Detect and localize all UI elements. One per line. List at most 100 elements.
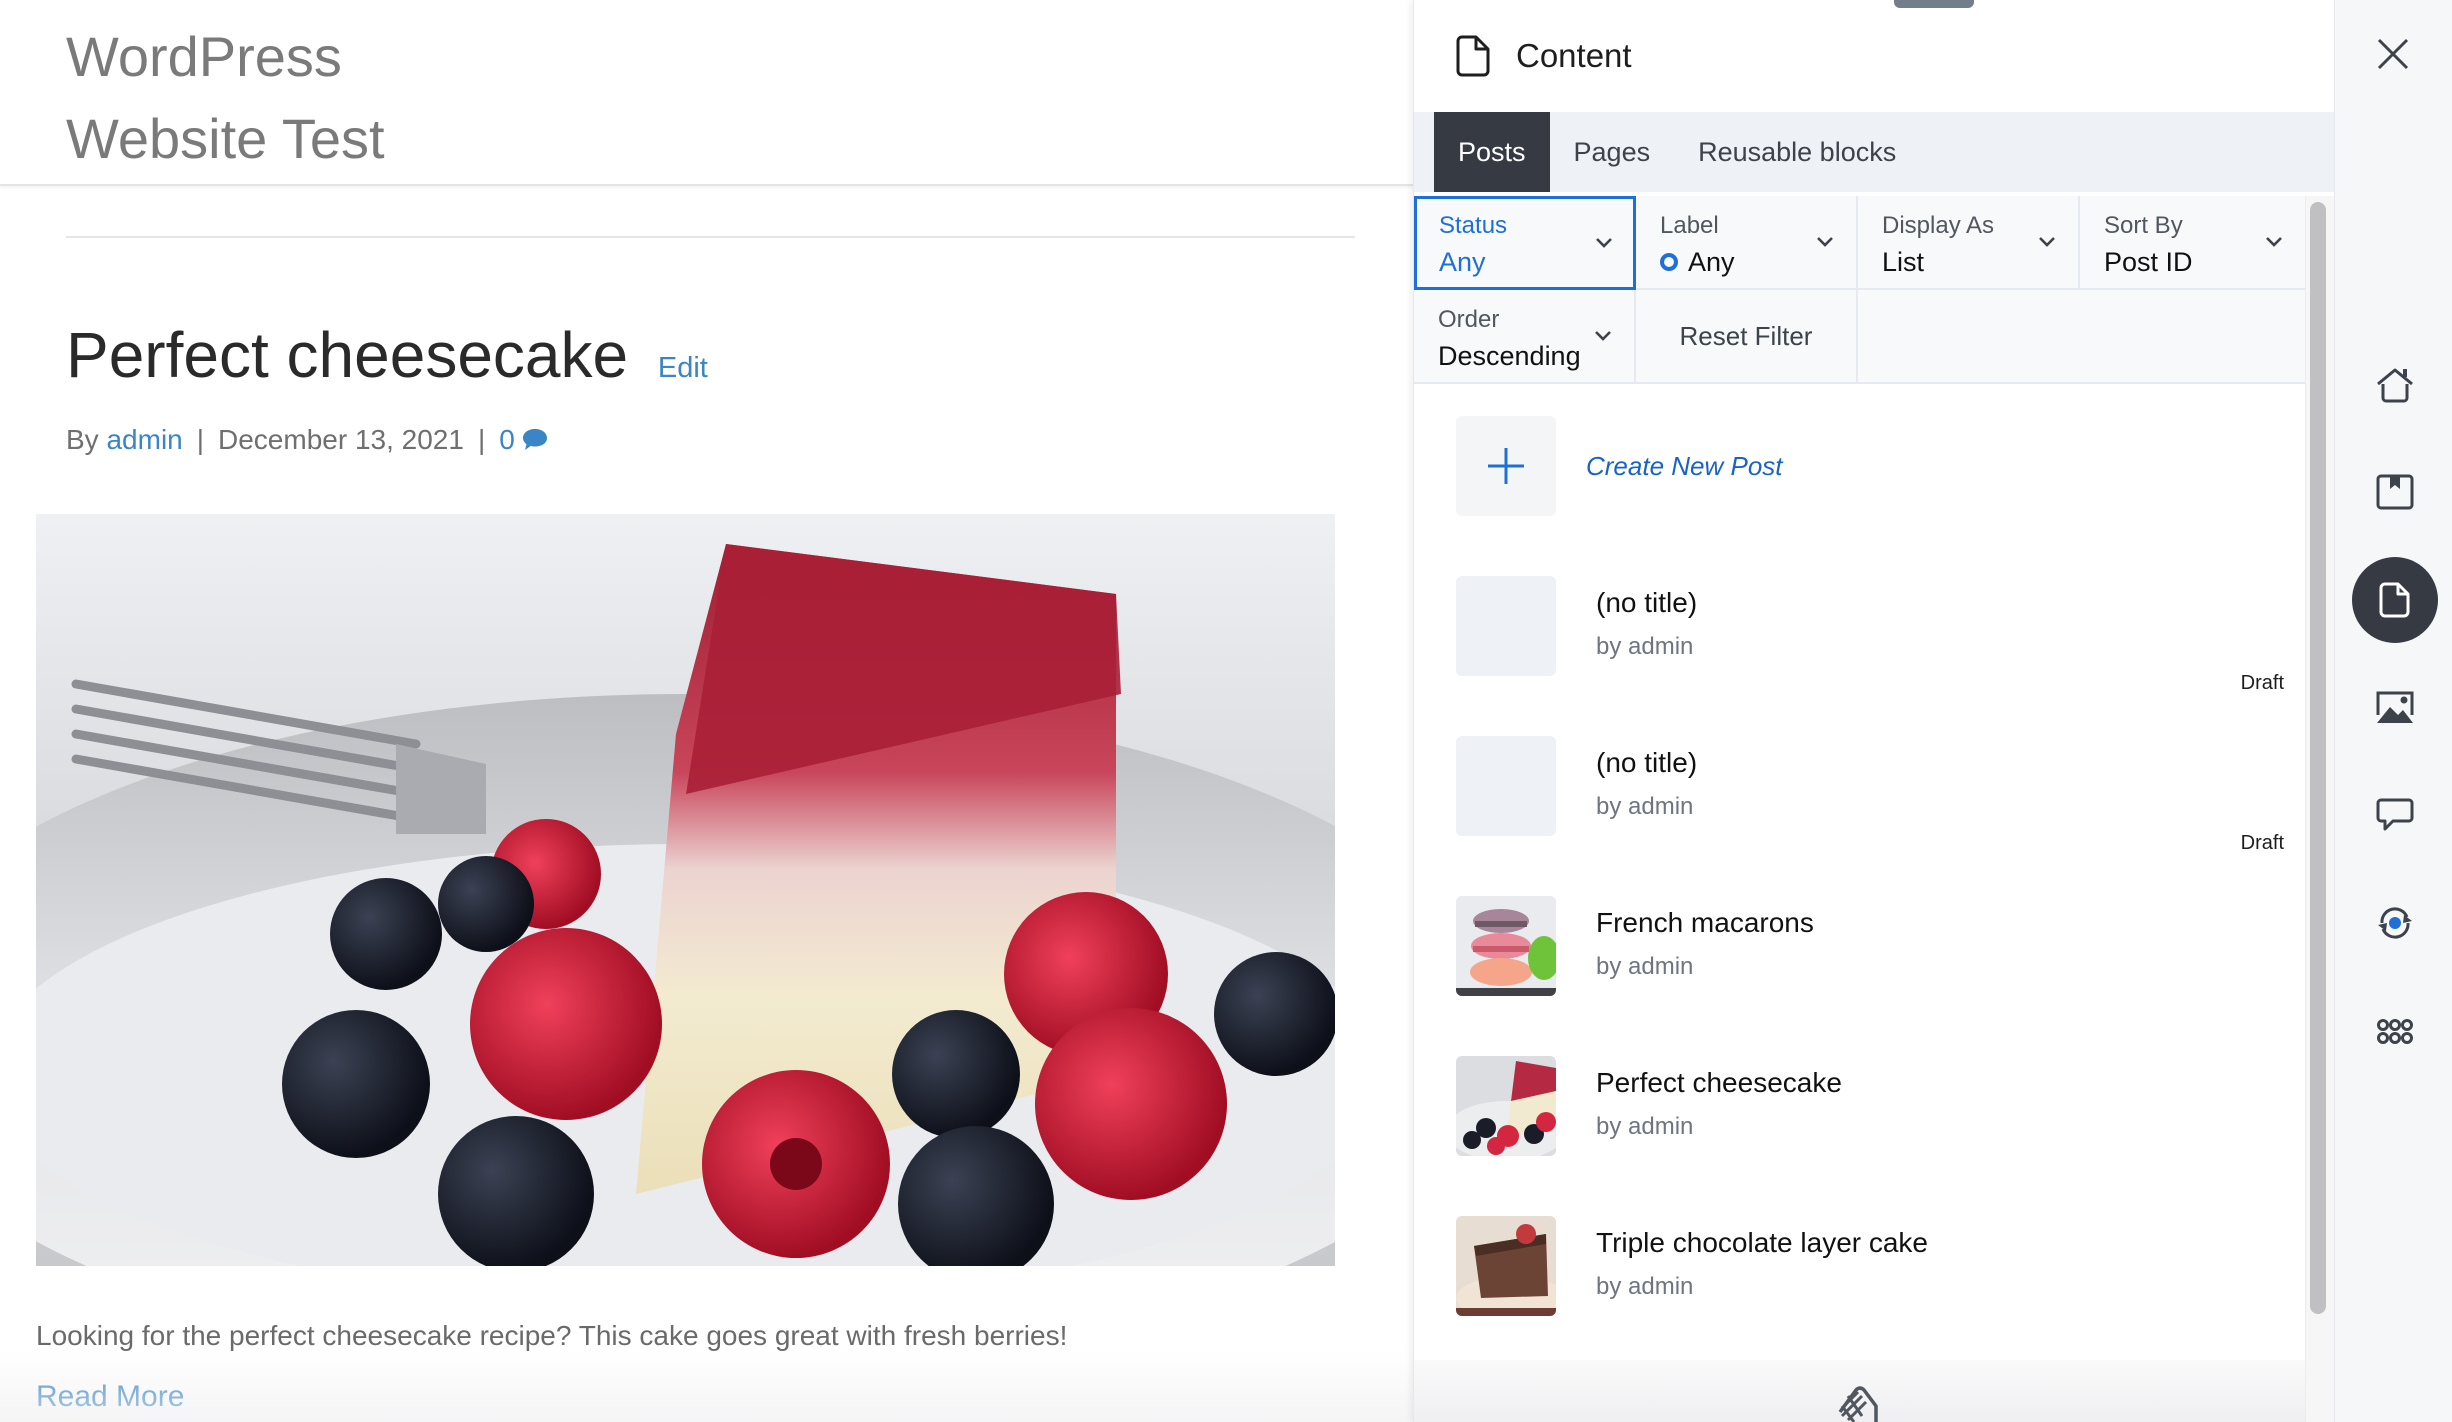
document-icon — [1456, 35, 1490, 77]
post-excerpt: Looking for the perfect cheesecake recip… — [36, 1320, 1068, 1351]
sort-by-value: Post ID — [2104, 247, 2193, 277]
label-filter-value-text: Any — [1688, 247, 1735, 277]
list-item[interactable]: Triple chocolate layer cake by admin — [1456, 1216, 2286, 1316]
chevron-down-icon — [2039, 237, 2055, 247]
site-title[interactable]: WordPress Website Test — [66, 16, 385, 180]
edit-post-link[interactable]: Edit — [658, 352, 708, 384]
chevron-down-icon — [1595, 331, 1611, 341]
site-header: WordPress Website Test — [0, 0, 1413, 186]
panel-title: Content — [1516, 37, 1632, 74]
status-badge: Draft — [2240, 672, 2284, 694]
post-thumbnail-macarons — [1456, 896, 1556, 996]
macarons-thumbnail-image — [1456, 896, 1556, 996]
tab-posts[interactable]: Posts — [1434, 112, 1550, 192]
rail-media-button[interactable] — [2352, 665, 2438, 751]
post-thumbnail-empty — [1456, 736, 1556, 836]
meta-separator: | — [477, 424, 486, 455]
panel-footer — [1414, 1360, 2305, 1422]
item-title: Perfect cheesecake — [1596, 1067, 1842, 1098]
chocolate-cake-thumbnail-image — [1456, 1216, 1556, 1316]
post-thumbnail-cheesecake — [1456, 1056, 1556, 1156]
filter-grid: Status Any Label Any Display As List Sor… — [1414, 196, 2305, 384]
rail-sync-button[interactable] — [2352, 880, 2438, 966]
read-more-link[interactable]: Read More — [36, 1380, 184, 1414]
right-sidebar-rail — [2334, 0, 2452, 1422]
comment-icon — [2376, 798, 2414, 831]
item-author: by admin — [1596, 793, 1694, 820]
tab-reusable-blocks[interactable]: Reusable blocks — [1674, 112, 1920, 192]
item-title: Triple chocolate layer cake — [1596, 1227, 1929, 1258]
order-dropdown[interactable]: Order Descending — [1414, 290, 1636, 384]
rail-apps-button[interactable] — [2352, 988, 2438, 1074]
bookmark-box-icon — [2376, 474, 2414, 510]
item-author: by admin — [1596, 953, 1694, 980]
site-title-line-2: Website Test — [66, 107, 385, 170]
display-as-dropdown[interactable]: Display As List — [1858, 196, 2080, 290]
comment-count: 0 — [499, 424, 515, 455]
label-filter-dropdown[interactable]: Label Any — [1636, 196, 1858, 290]
post-date: December 13, 2021 — [218, 424, 464, 455]
tab-pages[interactable]: Pages — [1550, 112, 1675, 192]
by-label: By — [66, 424, 99, 455]
site-title-line-1: WordPress — [66, 25, 342, 88]
chevron-down-icon — [2266, 237, 2282, 247]
rail-comments-button[interactable] — [2352, 772, 2438, 858]
display-as-value: List — [1882, 247, 1925, 277]
apps-grid-icon — [2377, 1019, 2413, 1044]
item-author: by admin — [1596, 1273, 1694, 1300]
post-meta: By admin | December 13, 2021 | 0 — [66, 424, 549, 456]
sync-icon — [2378, 907, 2412, 939]
rail-content-button[interactable] — [2352, 557, 2438, 643]
home-icon — [2377, 368, 2413, 403]
list-item[interactable]: (no title) by admin Draft — [1456, 736, 2286, 854]
screen: WordPress Website Test Perfect cheesecak… — [0, 0, 2452, 1422]
list-item[interactable]: (no title) by admin Draft — [1456, 576, 2286, 694]
status-filter-dropdown[interactable]: Status Any — [1414, 196, 1636, 290]
author-link[interactable]: admin — [106, 424, 182, 456]
wordpress-page: WordPress Website Test Perfect cheesecak… — [0, 0, 1413, 1422]
order-value: Descending — [1438, 341, 1581, 371]
item-author: by admin — [1596, 633, 1694, 660]
panel-scrollbar-thumb[interactable] — [2310, 202, 2326, 1314]
reset-filter-button[interactable]: Reset Filter — [1636, 290, 1858, 384]
item-title: French macarons — [1596, 907, 1814, 938]
item-title: (no title) — [1596, 587, 1698, 618]
create-new-post-button[interactable]: Create New Post — [1456, 416, 1783, 516]
plus-icon — [1488, 448, 1524, 484]
cheesecake-thumbnail-image — [1456, 1056, 1556, 1156]
filter-grid-empty-cell — [1858, 290, 2305, 384]
featured-image-cheesecake[interactable] — [36, 514, 1335, 1266]
rail-home-button[interactable] — [2352, 342, 2438, 428]
status-badge: Draft — [2240, 832, 2284, 854]
document-icon — [2379, 582, 2410, 618]
item-author: by admin — [1596, 1113, 1694, 1140]
content-tabs: Posts Pages Reusable blocks — [1414, 112, 2334, 192]
posts-list: Create New Post (no title) by admin Draf… — [1414, 384, 2305, 1384]
panel-header: Content — [1414, 0, 2334, 112]
list-item[interactable]: French macarons by admin — [1456, 896, 2286, 996]
list-item[interactable]: Perfect cheesecake by admin — [1456, 1056, 2286, 1156]
page-bottom-fade — [0, 1350, 1413, 1422]
post-title-text[interactable]: Perfect cheesecake — [66, 319, 628, 391]
sort-by-dropdown[interactable]: Sort By Post ID — [2080, 196, 2305, 290]
comment-bubble-icon — [522, 429, 547, 450]
post-title: Perfect cheesecake Edit — [66, 318, 708, 392]
rail-blocks-button[interactable] — [2352, 449, 2438, 535]
chevron-down-icon — [1596, 238, 1612, 248]
create-new-post-label: Create New Post — [1586, 450, 1783, 481]
post-thumbnail-chocolate-cake — [1456, 1216, 1556, 1316]
grid-tag-icon[interactable] — [1826, 1382, 1886, 1422]
item-title: (no title) — [1596, 747, 1698, 778]
chevron-down-icon — [1817, 237, 1833, 247]
meta-separator: | — [196, 424, 205, 455]
content-divider — [66, 236, 1355, 238]
create-thumb — [1456, 416, 1556, 516]
label-color-ring-icon — [1660, 253, 1678, 271]
label-filter-value: Any — [1660, 242, 1856, 282]
cheesecake-photo — [36, 514, 1335, 1266]
image-icon — [2376, 691, 2414, 723]
close-icon[interactable] — [2373, 34, 2413, 74]
post-thumbnail-empty — [1456, 576, 1556, 676]
content-panel: Content Posts Pages Reusable blocks Stat… — [1413, 0, 2335, 1422]
comments-link[interactable]: 0 — [499, 424, 549, 456]
